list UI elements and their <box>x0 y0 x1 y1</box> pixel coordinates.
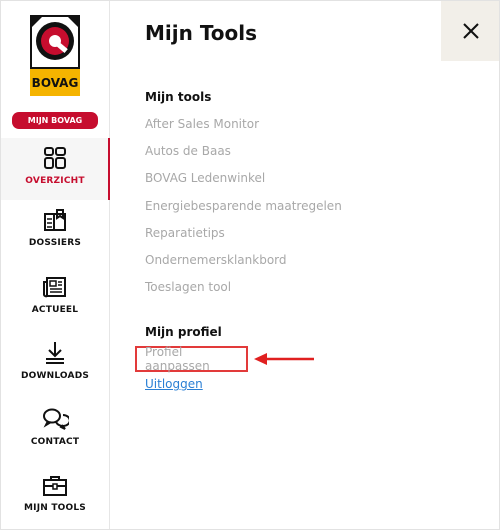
tool-link-autos-de-baas[interactable]: Autos de Baas <box>145 144 231 158</box>
profile-edit-link[interactable]: Profiel aanpassen <box>135 345 248 373</box>
tool-link-reparatietips[interactable]: Reparatietips <box>145 226 225 240</box>
chat-bubbles-icon <box>43 408 69 430</box>
bovag-logo[interactable]: BOVAG <box>30 15 80 96</box>
sidebar-item-label: CONTACT <box>30 437 80 447</box>
newspaper-icon <box>43 277 66 298</box>
sidebar-item-label: MIJN TOOLS <box>24 503 86 513</box>
download-icon <box>46 342 64 364</box>
profile-heading: Mijn profiel <box>145 325 222 339</box>
sidebar-item-label: DOWNLOADS <box>20 371 90 381</box>
logo-wordmark: BOVAG <box>30 69 80 96</box>
logo-text: BOVAG <box>31 75 79 90</box>
menu-panel: BOVAG MIJN BOVAG OVERZICHT DOSSIERS ACTU… <box>0 0 500 530</box>
sidebar-item-contact[interactable]: CONTACT <box>1 399 109 461</box>
logout-link[interactable]: Uitloggen <box>145 377 203 391</box>
tool-link-energiebesparende-maatregelen[interactable]: Energiebesparende maatregelen <box>145 199 342 213</box>
sidebar-item-mijn-tools[interactable]: MIJN TOOLS <box>1 465 109 527</box>
sidebar-item-label: DOSSIERS <box>28 238 82 248</box>
sidebar-item-label: ACTUEEL <box>31 305 79 315</box>
mijn-bovag-badge[interactable]: MIJN BOVAG <box>12 112 98 129</box>
page-title: Mijn Tools <box>145 21 258 45</box>
annotation-arrow-icon <box>254 353 314 365</box>
folder-documents-icon <box>44 209 66 231</box>
tool-link-ondernemersklankbord[interactable]: Ondernemersklankbord <box>145 253 287 267</box>
sidebar-item-actueel[interactable]: ACTUEEL <box>1 267 109 329</box>
sidebar: BOVAG MIJN BOVAG OVERZICHT DOSSIERS ACTU… <box>1 1 110 529</box>
sidebar-item-overzicht[interactable]: OVERZICHT <box>1 138 110 200</box>
sidebar-item-downloads[interactable]: DOWNLOADS <box>1 333 109 395</box>
close-icon <box>463 23 479 39</box>
grid-dashboard-icon <box>44 147 66 169</box>
toolbox-icon <box>43 476 67 496</box>
tool-link-after-sales-monitor[interactable]: After Sales Monitor <box>145 117 259 131</box>
tools-heading: Mijn tools <box>145 90 212 104</box>
logo-emblem <box>30 15 80 69</box>
tool-link-toeslagen-tool[interactable]: Toeslagen tool <box>145 280 231 294</box>
tool-link-bovag-ledenwinkel[interactable]: BOVAG Ledenwinkel <box>145 171 265 185</box>
close-button[interactable] <box>441 1 499 61</box>
sidebar-item-label: OVERZICHT <box>25 176 85 186</box>
sidebar-item-dossiers[interactable]: DOSSIERS <box>1 200 109 262</box>
